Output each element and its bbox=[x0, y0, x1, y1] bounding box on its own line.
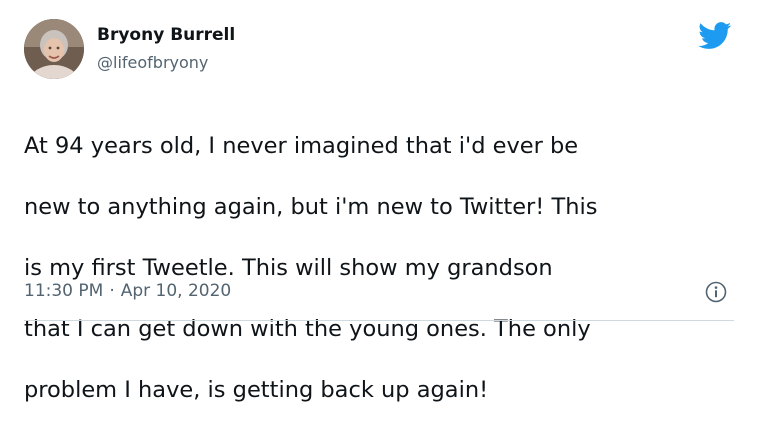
divider bbox=[24, 320, 734, 321]
avatar[interactable] bbox=[24, 19, 84, 79]
tweet-text: At 94 years old, I never imagined that i… bbox=[24, 100, 724, 436]
info-icon[interactable] bbox=[705, 281, 727, 303]
tweet-text-line: At 94 years old, I never imagined that i… bbox=[24, 132, 579, 159]
user-display-name[interactable]: Bryony Burrell bbox=[97, 25, 235, 45]
twitter-bird-icon[interactable] bbox=[698, 22, 732, 50]
tweet-text-line: new to anything again, but i'm new to Tw… bbox=[24, 193, 598, 220]
tweet-text-line: is my first Tweetle. This will show my g… bbox=[24, 254, 553, 281]
avatar-image bbox=[24, 19, 84, 79]
tweet-date: Apr 10, 2020 bbox=[120, 281, 232, 301]
tweet-text-line: problem I have, is getting back up again… bbox=[24, 376, 489, 403]
tweet-card: Bryony Burrell @lifeofbryony At 94 years… bbox=[0, 0, 758, 403]
timestamp-separator: · bbox=[109, 281, 115, 301]
user-handle[interactable]: @lifeofbryony bbox=[97, 53, 208, 72]
tweet-time: 11:30 PM bbox=[24, 281, 104, 301]
tweet-text-line: that I can get down with the young ones.… bbox=[24, 315, 591, 342]
tweet-timestamp[interactable]: 11:30 PM · Apr 10, 2020 bbox=[24, 281, 231, 301]
